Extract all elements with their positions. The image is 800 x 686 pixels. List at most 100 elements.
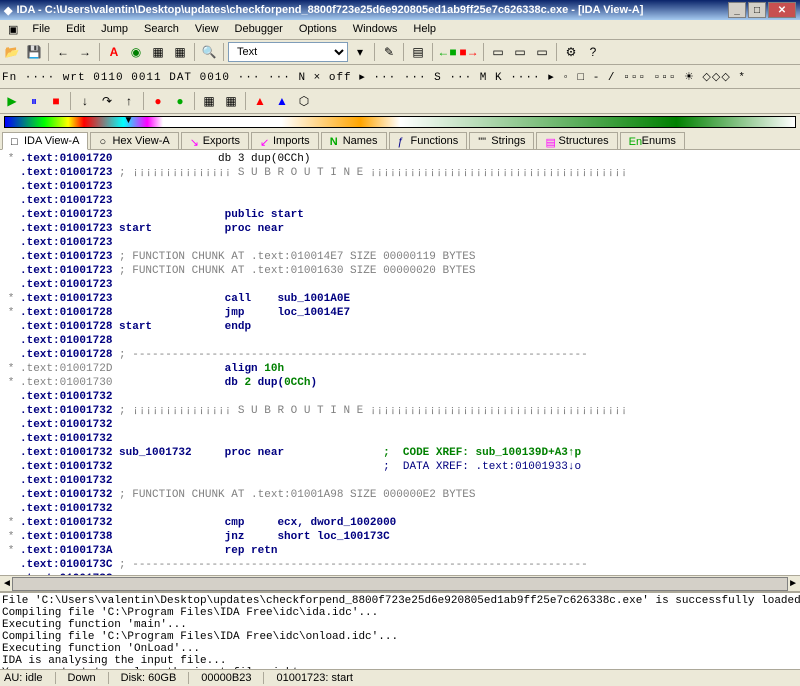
code-line[interactable]: *.text:01001720 db 3 dup(0CCh) [2,152,798,166]
close-button[interactable]: ✕ [768,2,796,18]
menu-edit[interactable]: Edit [58,21,93,38]
back-icon[interactable]: ← [53,42,73,62]
scroll-left-icon[interactable]: ◄ [2,578,12,589]
menu-view[interactable]: View [187,21,227,38]
code-line[interactable]: .text:01001723 ; FUNCTION CHUNK AT .text… [2,264,798,278]
menu-help[interactable]: Help [405,21,444,38]
disassembly-view[interactable]: *.text:01001720 db 3 dup(0CCh) .text:010… [0,150,800,575]
tree2-icon[interactable]: ▲ [272,91,292,111]
code-line[interactable]: .text:01001732 sub_1001732 proc near ; C… [2,446,798,460]
functions-icon: ƒ [398,136,408,146]
code-line[interactable]: *.text:01001738 jnz short loc_100173C [2,530,798,544]
analysis-a-icon[interactable]: A [104,42,124,62]
doc-menu-icon[interactable]: ▣ [2,21,24,38]
win1-icon[interactable]: ▭ [488,42,508,62]
chart2-icon[interactable]: ▦ [170,42,190,62]
code-line[interactable]: .text:01001732 [2,418,798,432]
code-line[interactable]: *.text:0100173A rep retn [2,544,798,558]
title-bar: ◆ IDA - C:\Users\valentin\Desktop\update… [0,0,800,20]
tab-enums[interactable]: EnEnums [620,132,685,149]
stop-icon[interactable]: ■→ [459,42,479,62]
code-line[interactable]: *.text:01001728 jmp loc_10014E7 [2,306,798,320]
win3-icon[interactable]: ▭ [532,42,552,62]
minimize-button[interactable]: _ [728,2,746,18]
code-line[interactable]: *.text:01001732 cmp ecx, dword_1002000 [2,516,798,530]
menu-search[interactable]: Search [136,21,187,38]
scroll-right-icon[interactable]: ► [788,578,798,589]
code-line[interactable]: .text:01001723 [2,278,798,292]
binoc-icon[interactable]: 🔍 [199,42,219,62]
code-line[interactable]: .text:01001732 [2,390,798,404]
tab-structures[interactable]: ▤Structures [536,132,617,149]
code-line[interactable]: .text:01001732 ; FUNCTION CHUNK AT .text… [2,488,798,502]
bp2-icon[interactable]: ● [170,91,190,111]
win2-icon[interactable]: ▭ [510,42,530,62]
menu-windows[interactable]: Windows [345,21,406,38]
code-line[interactable]: .text:01001728 start endp [2,320,798,334]
highlight-icon[interactable]: ✎ [379,42,399,62]
h-scrollbar[interactable]: ◄ ► [0,575,800,591]
status-au: AU: idle [4,672,56,684]
code-line[interactable]: .text:01001723 [2,194,798,208]
tab-hex-view[interactable]: ○Hex View-A [90,132,178,149]
code-line[interactable]: .text:01001723 [2,180,798,194]
code-line[interactable]: .text:0100173C ; -----------------------… [2,558,798,572]
navigation-band[interactable]: ▼ [4,116,796,128]
save-icon[interactable]: 💾 [24,42,44,62]
log-line: Compiling file 'C:\Program Files\IDA Fre… [2,631,798,643]
tree3-icon[interactable]: ⬡ [294,91,314,111]
tab-functions[interactable]: ƒFunctions [389,132,468,149]
code-line[interactable]: .text:01001723 start proc near [2,222,798,236]
view-mode-combo[interactable]: Text [228,42,348,62]
dbg-play-icon[interactable]: ▶ [2,91,22,111]
tab-ida-view[interactable]: □IDA View-A [2,132,88,150]
code-line[interactable]: .text:01001723 [2,236,798,250]
toolbar-row-3: ▶ ⏸ ■ ↓ ↷ ↑ ● ● ▦ ▦ ▲ ▲ ⬡ [0,89,800,114]
tree-icon[interactable]: ▲ [250,91,270,111]
toolbar-row-1: 📂 💾 ← → A ◉ ▦ ▦ 🔍 Text ▾ ✎ ▤ ←■ ■→ ▭ ▭ ▭… [0,40,800,65]
menu-jump[interactable]: Jump [93,21,136,38]
run-icon[interactable]: ←■ [437,42,457,62]
tab-strings[interactable]: ""Strings [469,132,534,149]
menu-options[interactable]: Options [291,21,345,38]
imports-icon: ↙ [260,136,270,146]
code-line[interactable]: .text:01001732 [2,502,798,516]
code-line[interactable]: .text:01001728 ; -----------------------… [2,348,798,362]
tab-exports[interactable]: ↘Exports [181,132,249,149]
code-line[interactable]: *.text:01001730 db 2 dup(0CCh) [2,376,798,390]
code-line[interactable]: .text:01001732 [2,432,798,446]
status-pos: 01001723: start [276,672,364,684]
settings-icon[interactable]: ⚙ [561,42,581,62]
code-line[interactable]: .text:01001728 [2,334,798,348]
code-line[interactable]: .text:01001732 ; ¡¡¡¡¡¡¡¡¡¡¡¡¡¡¡ S U B R… [2,404,798,418]
code-line[interactable]: .text:01001723 public start [2,208,798,222]
step-into-icon[interactable]: ↓ [75,91,95,111]
code-line[interactable]: .text:01001732 [2,474,798,488]
chart1-icon[interactable]: ▦ [148,42,168,62]
analysis-stop-icon[interactable]: ◉ [126,42,146,62]
help-icon[interactable]: ? [583,42,603,62]
menu-debugger[interactable]: Debugger [227,21,291,38]
doc-icon[interactable]: ▤ [408,42,428,62]
code-line[interactable]: *.text:0100172D align 10h [2,362,798,376]
dropdown-icon[interactable]: ▾ [350,42,370,62]
dbg-pause-icon[interactable]: ⏸ [24,91,44,111]
graph-icon[interactable]: ▦ [199,91,219,111]
code-line[interactable]: *.text:01001723 call sub_1001A0E [2,292,798,306]
tab-imports[interactable]: ↙Imports [251,132,319,149]
step-out-icon[interactable]: ↑ [119,91,139,111]
graph2-icon[interactable]: ▦ [221,91,241,111]
fwd-icon[interactable]: → [75,42,95,62]
dbg-stop-icon[interactable]: ■ [46,91,66,111]
step-over-icon[interactable]: ↷ [97,91,117,111]
tab-names[interactable]: NNames [321,132,387,149]
code-line[interactable]: .text:01001723 ; FUNCTION CHUNK AT .text… [2,250,798,264]
bp-icon[interactable]: ● [148,91,168,111]
token-strip[interactable]: Fn ···· wrt 0110 0011 DAT 0010 ··· ··· N… [2,70,746,84]
code-line[interactable]: .text:01001732 ; DATA XREF: .text:010019… [2,460,798,474]
maximize-button[interactable]: □ [748,2,766,18]
output-log[interactable]: File 'C:\Users\valentin\Desktop\updates\… [0,591,800,669]
menu-file[interactable]: File [24,21,58,38]
open-icon[interactable]: 📂 [2,42,22,62]
code-line[interactable]: .text:01001723 ; ¡¡¡¡¡¡¡¡¡¡¡¡¡¡¡ S U B R… [2,166,798,180]
